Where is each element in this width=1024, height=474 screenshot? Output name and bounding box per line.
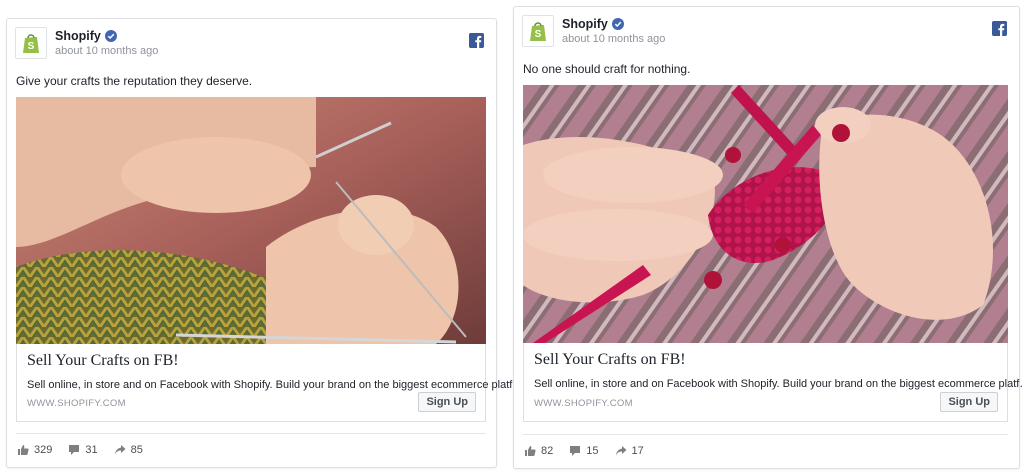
link-preview[interactable]: Sell Your Crafts on FB! Sell online, in …: [523, 343, 1024, 422]
ad-description: Sell online, in store and on Facebook wi…: [27, 379, 524, 391]
sign-up-button[interactable]: Sign Up: [418, 392, 476, 412]
shopify-logo-icon[interactable]: S: [15, 27, 47, 59]
like-icon: [18, 445, 29, 455]
divider: [523, 434, 1008, 435]
verified-badge-icon: [611, 18, 624, 30]
shares-count: 85: [130, 444, 143, 456]
likes-count: 82: [541, 445, 554, 457]
likes-stat[interactable]: 82: [524, 445, 553, 457]
ad-post-1: S Shopify about 10 months ago Give your …: [6, 18, 523, 468]
page-name-link[interactable]: Shopify: [562, 17, 608, 31]
shopify-logo-icon[interactable]: S: [522, 15, 554, 47]
post-header: S Shopify about 10 months ago: [522, 15, 665, 47]
ad-description: Sell online, in store and on Facebook wi…: [534, 378, 1024, 390]
likes-stat[interactable]: 329: [17, 444, 52, 456]
shares-count: 17: [631, 445, 644, 457]
post-timestamp[interactable]: about 10 months ago: [55, 45, 158, 57]
comments-stat[interactable]: 15: [569, 445, 599, 457]
post-caption: Give your crafts the reputation they des…: [16, 74, 253, 88]
share-icon: [114, 445, 126, 455]
like-icon: [525, 446, 536, 456]
ad-post-2: S Shopify about 10 months ago No one sho…: [513, 6, 1024, 469]
comments-count: 15: [586, 445, 599, 457]
engagement-stats: 82 15 17: [524, 445, 660, 457]
shares-stat[interactable]: 85: [114, 444, 143, 456]
comment-icon: [69, 445, 80, 455]
facebook-icon: [469, 33, 484, 48]
svg-text:S: S: [535, 29, 542, 40]
knitting-photo[interactable]: [16, 97, 486, 344]
post-caption: No one should craft for nothing.: [523, 62, 691, 76]
comments-stat[interactable]: 31: [68, 444, 98, 456]
ad-domain: WWW.SHOPIFY.COM: [27, 398, 126, 409]
ad-headline[interactable]: Sell Your Crafts on FB!: [534, 351, 686, 369]
page-name-link[interactable]: Shopify: [55, 29, 101, 43]
link-preview[interactable]: Sell Your Crafts on FB! Sell online, in …: [16, 344, 523, 422]
divider: [16, 433, 486, 434]
knitting-photo[interactable]: [523, 85, 1008, 343]
ad-domain: WWW.SHOPIFY.COM: [534, 398, 633, 409]
svg-text:S: S: [28, 41, 35, 52]
facebook-icon: [992, 21, 1007, 36]
shares-stat[interactable]: 17: [615, 445, 644, 457]
comments-count: 31: [85, 444, 98, 456]
post-timestamp[interactable]: about 10 months ago: [562, 33, 665, 45]
verified-badge-icon: [104, 30, 117, 42]
engagement-stats: 329 31 85: [17, 444, 159, 456]
post-header: S Shopify about 10 months ago: [15, 27, 158, 59]
sign-up-button[interactable]: Sign Up: [940, 392, 998, 412]
share-icon: [615, 446, 626, 456]
comment-icon: [570, 446, 581, 456]
ad-headline[interactable]: Sell Your Crafts on FB!: [27, 352, 179, 370]
likes-count: 329: [34, 444, 53, 456]
